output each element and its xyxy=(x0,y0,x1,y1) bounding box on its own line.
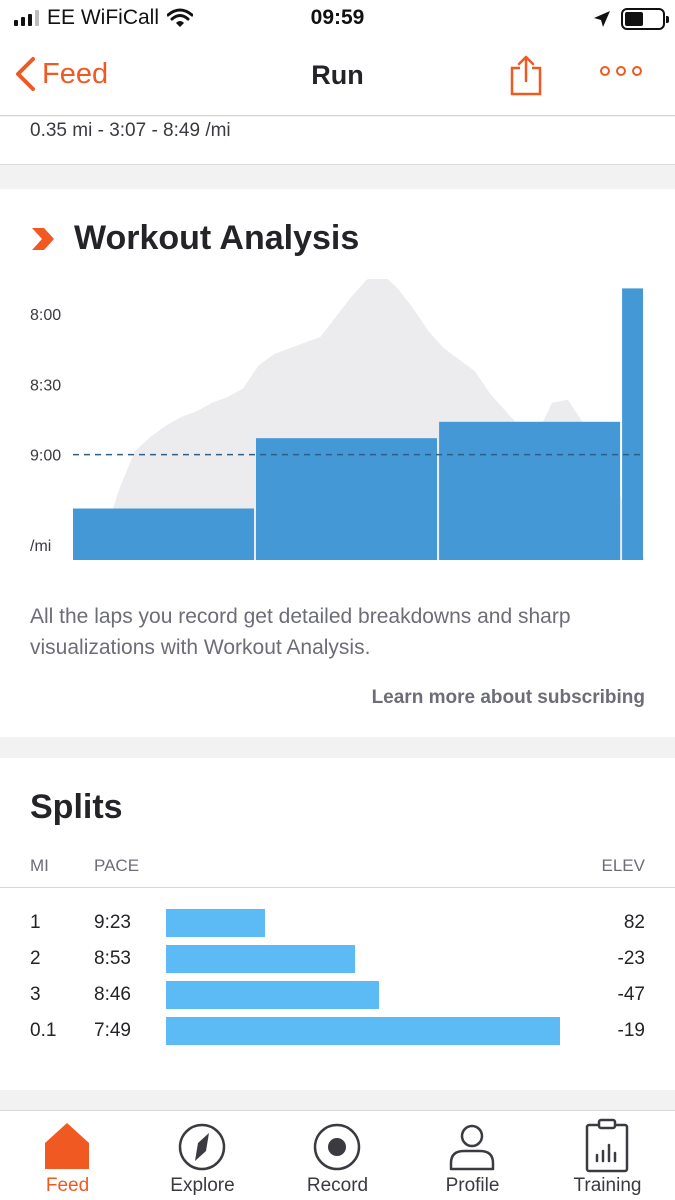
tab-profile[interactable]: Profile xyxy=(405,1111,540,1200)
more-icon-dot xyxy=(632,66,642,76)
share-icon xyxy=(510,55,542,96)
more-icon-dot xyxy=(600,66,610,76)
split-mile: 2 xyxy=(30,948,41,969)
header-pace: PACE xyxy=(94,856,140,875)
lap-pace-bar xyxy=(622,288,643,560)
battery-icon xyxy=(621,8,669,30)
compass-icon xyxy=(178,1123,226,1171)
split-pace-bar xyxy=(166,945,355,973)
split-row: 1 9:23 82 xyxy=(0,906,675,942)
header-elev: ELEV xyxy=(601,856,645,875)
workout-analysis-title: Workout Analysis xyxy=(74,219,360,257)
workout-analysis-description: All the laps you record get detailed bre… xyxy=(30,605,571,659)
tab-label: Profile xyxy=(445,1175,500,1196)
split-pace: 9:23 xyxy=(94,912,131,933)
page-title: Run xyxy=(311,60,364,90)
home-icon xyxy=(45,1123,89,1169)
clock: 09:59 xyxy=(310,6,365,29)
split-pace: 8:46 xyxy=(94,984,131,1005)
tab-label: Feed xyxy=(45,1175,90,1196)
split-elevation: -23 xyxy=(617,948,645,969)
split-elevation: 82 xyxy=(623,912,645,933)
split-elevation: -47 xyxy=(617,984,645,1005)
split-pace: 7:49 xyxy=(94,1020,131,1041)
record-icon xyxy=(313,1123,361,1171)
tab-label: Training xyxy=(573,1175,642,1196)
training-clipboard-icon xyxy=(585,1118,629,1173)
split-pace-bar xyxy=(166,981,379,1009)
status-bar: EE WiFiCall 09:59 xyxy=(0,0,675,38)
workout-analysis-header: Workout Analysis xyxy=(30,219,359,258)
workout-analysis-chart: 8:00 8:30 9:00/mi xyxy=(30,279,645,560)
lap-summary: 0.35 mi - 3:07 - 8:49 /mi xyxy=(0,117,675,165)
header-mi: MI xyxy=(30,856,49,875)
split-mile: 3 xyxy=(30,984,41,1005)
tab-bar: Feed Explore Record Profile Training xyxy=(0,1110,675,1200)
split-pace: 8:53 xyxy=(94,948,131,969)
split-pace-bar xyxy=(166,909,265,937)
tab-training[interactable]: Training xyxy=(540,1111,675,1200)
nav-bar: Feed Run xyxy=(0,38,675,116)
y-tick-label: 8:00 xyxy=(30,307,61,324)
lap-pace-bar xyxy=(73,508,254,560)
lap-pace-bar xyxy=(256,438,437,560)
tab-explore[interactable]: Explore xyxy=(135,1111,270,1200)
splits-title: Splits xyxy=(30,788,123,826)
tab-label: Explore xyxy=(170,1175,235,1196)
lap-pace-bar xyxy=(439,421,621,560)
y-tick-label: 9:00 xyxy=(30,448,61,465)
split-mile: 1 xyxy=(30,912,41,933)
splits-header-row: MI PACE ELEV xyxy=(0,854,675,888)
profile-icon xyxy=(449,1124,495,1171)
share-button[interactable] xyxy=(508,54,544,101)
location-arrow-icon xyxy=(594,11,610,27)
y-tick-label: 8:30 xyxy=(30,377,61,394)
split-row: 0.1 7:49 -19 xyxy=(0,1014,675,1050)
splits-card: Splits MI PACE ELEV 1 9:23 82 2 8:53 -23… xyxy=(0,758,675,1090)
split-elevation: -19 xyxy=(617,1020,645,1041)
premium-chevron-icon xyxy=(32,227,54,250)
lap-summary-text: 0.35 mi - 3:07 - 8:49 /mi xyxy=(30,120,231,141)
y-axis-label: /mi xyxy=(30,538,51,555)
learn-more-link[interactable]: Learn more about subscribing xyxy=(372,687,645,709)
workout-analysis-card: Workout Analysis 8:00 8:30 9:00/mi All the… xyxy=(0,189,675,737)
tab-label: Record xyxy=(306,1175,369,1196)
more-icon-dot xyxy=(616,66,626,76)
split-mile: 0.1 xyxy=(30,1020,57,1041)
tab-feed[interactable]: Feed xyxy=(0,1111,135,1200)
more-button[interactable] xyxy=(600,66,642,76)
tab-record[interactable]: Record xyxy=(270,1111,405,1200)
split-pace-bar xyxy=(166,1017,560,1045)
split-row: 3 8:46 -47 xyxy=(0,978,675,1014)
split-row: 2 8:53 -23 xyxy=(0,942,675,978)
